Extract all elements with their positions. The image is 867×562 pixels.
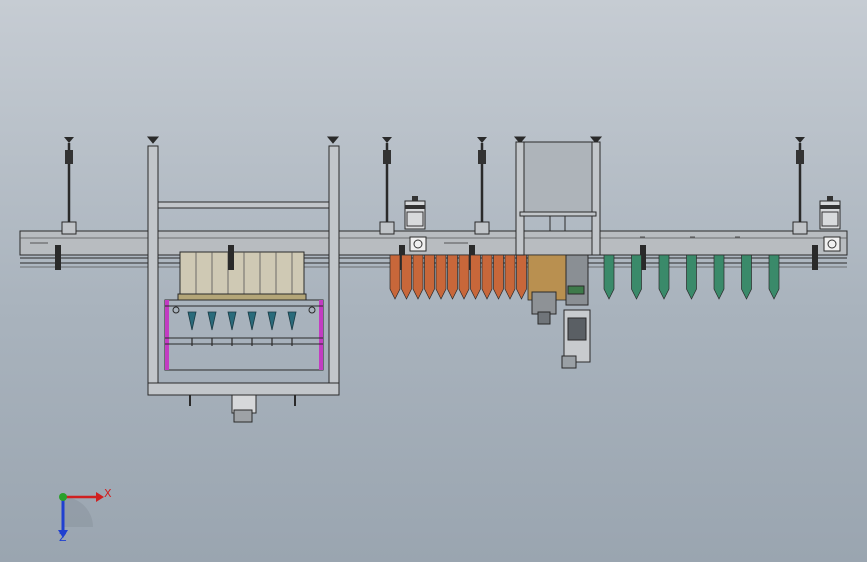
nozzle-frame[interactable] [164, 299, 324, 371]
leveling-foot-right [792, 137, 808, 235]
filled-bottle-7 [458, 254, 470, 300]
filled-bottle-5 [435, 254, 447, 300]
filled-bottle-11 [504, 254, 516, 300]
axis-triad-icon: X Z [58, 487, 112, 544]
axis-z-label: Z [59, 531, 67, 544]
filled-bottle-4 [424, 254, 435, 300]
cad-viewport[interactable]: X Z [0, 0, 867, 562]
capped-bottle-2 [631, 254, 642, 300]
capped-bottle-6 [741, 254, 752, 300]
filled-bottle-3 [412, 254, 424, 300]
capped-bottle-5 [713, 254, 725, 300]
filled-bottle-2 [401, 254, 412, 300]
filled-bottle-row [389, 254, 539, 300]
leveling-foot-mid-2 [474, 137, 490, 235]
capped-bottle-7 [768, 254, 780, 300]
leveling-foot-mid-1 [379, 137, 395, 235]
filled-bottle-8 [470, 254, 481, 300]
axis-x-label: X [104, 487, 112, 500]
capped-bottle-row [603, 254, 780, 300]
filled-bottle-12 [516, 254, 527, 300]
filling-line-drawing: X Z [19, 136, 848, 544]
filling-hopper[interactable] [177, 251, 307, 301]
filled-bottle-10 [493, 254, 504, 300]
capped-bottle-4 [686, 254, 697, 300]
filled-bottle-9 [481, 254, 493, 300]
leveling-foot-left [61, 137, 77, 235]
filled-bottle-6 [447, 254, 458, 300]
filled-bottle-1 [389, 254, 401, 300]
capped-bottle-1 [603, 254, 615, 300]
capped-bottle-3 [658, 254, 670, 300]
